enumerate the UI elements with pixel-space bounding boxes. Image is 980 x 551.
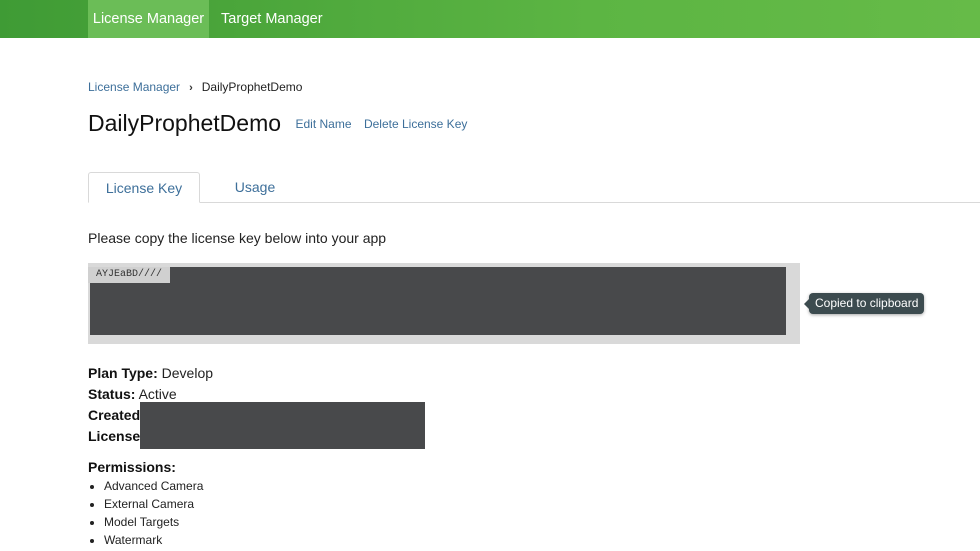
details-redaction (140, 402, 425, 449)
page-title: DailyProphetDemo (88, 110, 282, 136)
list-item: External Camera (104, 495, 203, 513)
license-key-box[interactable]: AYJEaBD//// (88, 263, 800, 344)
copied-tooltip: Copied to clipboard (803, 293, 925, 314)
plan-type-value: Develop (161, 365, 214, 381)
top-nav-bar: License Manager Target Manager (0, 0, 980, 38)
breadcrumb-current: DailyProphetDemo (201, 80, 303, 94)
tab-license-key[interactable]: License Key (88, 172, 200, 203)
license-label: License (88, 428, 141, 444)
nav-license-manager[interactable]: License Manager (88, 0, 209, 38)
created-label: Created: (88, 407, 145, 423)
status-value: Active (138, 386, 177, 402)
license-key-text[interactable]: AYJEaBD//// (88, 267, 170, 283)
list-item: Advanced Camera (104, 477, 203, 495)
plan-type-row: Plan Type: Develop (88, 363, 213, 384)
breadcrumb: License Manager › DailyProphetDemo (88, 80, 302, 94)
breadcrumb-license-manager[interactable]: License Manager (88, 80, 180, 94)
chevron-right-icon: › (189, 82, 193, 94)
license-key-redaction (90, 267, 786, 335)
delete-license-key-link[interactable]: Delete License Key (364, 117, 467, 131)
edit-name-link[interactable]: Edit Name (295, 117, 351, 131)
plan-type-label: Plan Type: (88, 365, 158, 381)
tab-usage[interactable]: Usage (220, 172, 290, 202)
title-row: DailyProphetDemo Edit Name Delete Licens… (88, 110, 467, 137)
permissions-title: Permissions: (88, 459, 176, 475)
permissions-list: Advanced Camera External Camera Model Ta… (88, 477, 203, 549)
list-item: Watermark (104, 531, 203, 549)
status-label: Status: (88, 386, 136, 402)
instruction-text: Please copy the license key below into y… (88, 230, 387, 246)
list-item: Model Targets (104, 513, 203, 531)
nav-target-manager[interactable]: Target Manager (221, 0, 323, 38)
tab-bar: License Key Usage (88, 172, 980, 203)
